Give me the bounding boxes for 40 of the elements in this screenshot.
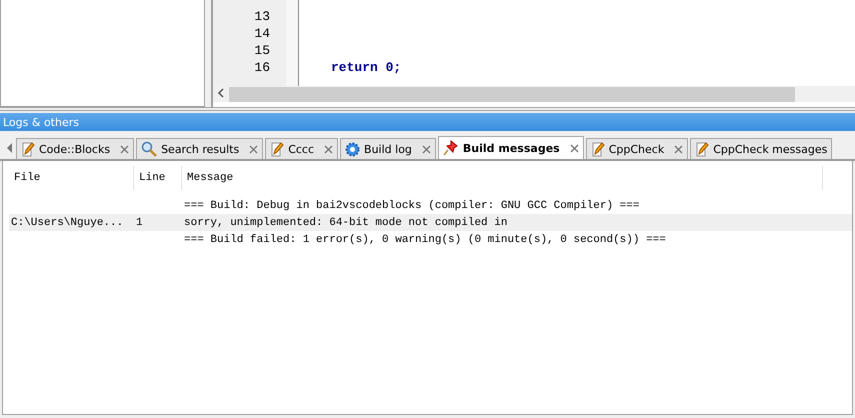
tab[interactable]: Build log: [340, 138, 436, 159]
close-icon[interactable]: [570, 144, 579, 152]
line-number: 16: [254, 60, 271, 75]
gear-icon: [345, 142, 360, 156]
tab[interactable]: Code::Blocks: [16, 138, 134, 159]
file-cell-text: C:\Users\Nguye...: [10, 216, 124, 230]
message-cell-text: === Build: Debug in bai2vscodeblocks (compiler: GNU GCC Compiler) ===: [183, 198, 640, 214]
tab[interactable]: CppCheck: [586, 138, 688, 159]
column-header[interactable]: File: [9, 166, 134, 190]
close-icon[interactable]: [324, 144, 334, 154]
close-icon[interactable]: [120, 144, 130, 154]
message-row[interactable]: === Build: Debug in bai2vscodeblocks (compiler: GNU GCC Compiler) ===: [9, 197, 852, 214]
column-header[interactable]: Line: [134, 166, 182, 190]
pencil-icon: [695, 142, 710, 156]
pushpin-icon: [442, 140, 459, 156]
column-header[interactable]: Message: [182, 166, 823, 190]
tab[interactable]: Build messages: [438, 136, 584, 159]
message-row[interactable]: === Build failed: 1 error(s), 0 warning(s) (0 minute(s), 0 second(s)) ===: [9, 231, 852, 248]
tab[interactable]: Search results: [136, 138, 264, 159]
close-icon[interactable]: [674, 144, 684, 154]
message-row[interactable]: C:\Users\Nguye... 1 sorry, unimplemented: 64-bit mode not compiled in: [9, 214, 852, 231]
code-line: return 0;: [330, 60, 402, 75]
line-number: 13: [254, 9, 271, 24]
pencil-icon: [590, 142, 605, 156]
tab[interactable]: Cccc: [265, 138, 338, 159]
message-cell-text: sorry, unimplemented: 64-bit mode not compiled in: [183, 216, 508, 230]
pencil-icon: [21, 142, 35, 156]
close-icon[interactable]: [249, 144, 258, 154]
line-number: 15: [254, 43, 271, 58]
message-cell-text: === Build failed: 1 error(s), 0 warning(s) (0 minute(s), 0 second(s)) ===: [183, 232, 667, 248]
close-icon[interactable]: [422, 144, 431, 154]
panel-title: Logs & others: [0, 113, 855, 131]
scrollbar-thumb[interactable]: [229, 86, 795, 102]
line-cell-text: 1: [135, 216, 144, 230]
tab[interactable]: CppCheck messages: [690, 138, 832, 159]
scroll-left-icon[interactable]: [217, 88, 225, 98]
line-number: 14: [254, 26, 271, 41]
scroll-tabs-left-icon[interactable]: [7, 142, 13, 152]
magnifier-icon: [141, 141, 158, 157]
pencil-icon: [270, 142, 284, 156]
